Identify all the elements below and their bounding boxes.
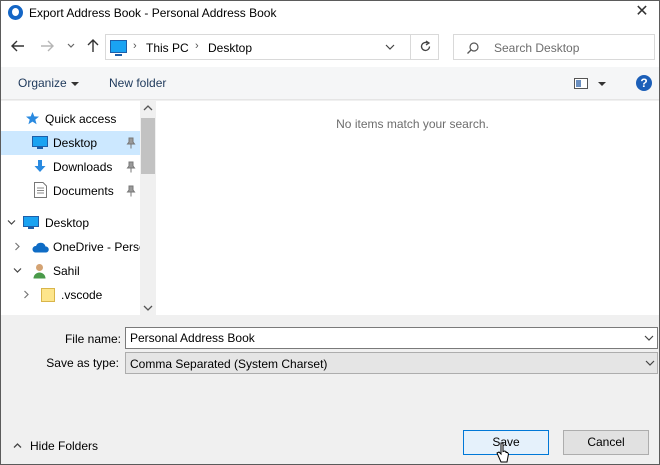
nav-item-desktop[interactable]: Desktop: [1, 211, 140, 235]
breadcrumb-separator: ›: [195, 40, 199, 52]
hide-folders-label: Hide Folders: [30, 439, 99, 453]
title-bar: Export Address Book - Personal Address B…: [1, 1, 659, 25]
cloud-icon: [32, 242, 49, 253]
pin-icon[interactable]: [126, 185, 136, 197]
user-icon: [33, 264, 46, 279]
outlook-app-icon: [8, 5, 23, 20]
window-title: Export Address Book - Personal Address B…: [29, 6, 277, 20]
new-folder-button[interactable]: New folder: [109, 76, 166, 90]
navigation-pane: Quick access Desktop Downloads Documents…: [1, 101, 156, 315]
up-arrow-icon[interactable]: [84, 37, 102, 55]
search-icon: [467, 42, 479, 54]
view-options-caret-icon[interactable]: [598, 82, 606, 86]
nav-item-onedrive[interactable]: OneDrive - Persc: [1, 235, 145, 259]
scrollbar-thumb[interactable]: [141, 118, 155, 174]
folder-icon: [41, 288, 55, 302]
breadcrumb-desktop[interactable]: Desktop: [208, 41, 252, 55]
cancel-button[interactable]: Cancel: [563, 430, 649, 455]
scroll-down-icon[interactable]: [143, 304, 153, 312]
help-icon[interactable]: ?: [636, 75, 652, 91]
refresh-icon: [420, 40, 431, 52]
search-box[interactable]: Search Desktop: [453, 34, 655, 60]
nav-item-label: .vscode: [61, 288, 103, 302]
caret-down-icon: [71, 82, 79, 86]
nav-item-label: Desktop: [45, 216, 90, 230]
chevron-down-icon[interactable]: [7, 218, 16, 227]
pin-icon[interactable]: [126, 161, 136, 173]
chevron-right-icon[interactable]: [13, 242, 22, 251]
file-name-history-chevron-icon[interactable]: [644, 335, 654, 341]
nav-item-downloads[interactable]: Downloads: [1, 155, 140, 179]
nav-item-desktop-quick[interactable]: Desktop: [1, 131, 140, 155]
this-pc-icon: [110, 40, 127, 56]
nav-item-label: Quick access: [45, 112, 117, 126]
file-name-input[interactable]: [125, 327, 658, 349]
back-arrow-icon[interactable]: [9, 37, 27, 55]
nav-item-label: Downloads: [53, 160, 113, 174]
nav-item-label: Sahil: [53, 264, 80, 278]
change-view-icon[interactable]: [574, 78, 588, 89]
refresh-button[interactable]: [410, 35, 439, 59]
search-placeholder: Search Desktop: [494, 41, 580, 55]
nav-item-vscode[interactable]: .vscode: [1, 283, 140, 307]
command-toolbar: Organize New folder ?: [1, 67, 659, 100]
chevron-down-icon: [645, 360, 655, 366]
chevron-right-icon[interactable]: [22, 290, 31, 299]
nav-item-user[interactable]: Sahil: [1, 259, 140, 283]
scroll-up-icon[interactable]: [143, 104, 153, 112]
star-icon: [26, 112, 39, 125]
download-icon: [34, 160, 46, 172]
nav-pane-scrollbar[interactable]: [140, 101, 156, 315]
breadcrumb-separator: ›: [133, 40, 137, 52]
save-as-type-value: Comma Separated (System Charset): [130, 357, 328, 371]
close-button[interactable]: ✕: [625, 1, 659, 25]
save-as-type-select[interactable]: Comma Separated (System Charset): [125, 352, 658, 374]
mouse-pointer-icon: [496, 442, 510, 463]
chevron-down-icon[interactable]: [13, 266, 22, 275]
navigation-bar: › This PC › Desktop Search Desktop: [1, 25, 659, 67]
save-dialog: Export Address Book - Personal Address B…: [0, 0, 660, 465]
nav-item-documents[interactable]: Documents: [1, 179, 140, 203]
forward-arrow-icon[interactable]: [38, 37, 56, 55]
documents-icon: [34, 182, 47, 198]
save-as-type-label: Save as type:: [46, 356, 119, 370]
organize-button[interactable]: Organize: [18, 76, 67, 90]
nav-item-label: Documents: [53, 184, 114, 198]
file-name-label: File name:: [64, 332, 121, 346]
nav-item-label: Desktop: [53, 136, 98, 150]
desktop-icon: [23, 216, 39, 229]
desktop-icon: [32, 136, 48, 149]
pin-icon[interactable]: [126, 137, 136, 149]
address-bar[interactable]: › This PC › Desktop: [105, 34, 439, 60]
empty-folder-message: No items match your search.: [336, 117, 489, 131]
file-list-area[interactable]: No items match your search.: [156, 101, 659, 315]
nav-item-quick-access[interactable]: Quick access: [1, 107, 140, 131]
breadcrumb-this-pc[interactable]: This PC: [146, 41, 189, 55]
address-dropdown-chevron-icon[interactable]: [384, 40, 396, 54]
chevron-up-icon: [13, 443, 22, 448]
nav-item-label: OneDrive - Persc: [53, 240, 146, 254]
recent-locations-chevron-icon[interactable]: [65, 39, 77, 51]
